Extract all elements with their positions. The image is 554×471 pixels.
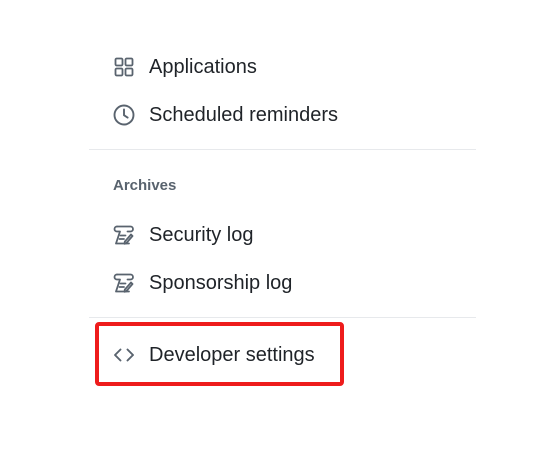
divider <box>89 317 476 318</box>
clock-icon <box>112 103 136 127</box>
sidebar-item-developer-settings[interactable]: Developer settings <box>89 335 476 375</box>
section-heading-archives: Archives <box>113 177 177 194</box>
divider <box>89 149 476 150</box>
sidebar-item-applications[interactable]: Applications <box>89 47 476 87</box>
sidebar-item-label: Scheduled reminders <box>149 103 338 126</box>
sidebar-item-scheduled-reminders[interactable]: Scheduled reminders <box>89 95 476 135</box>
sidebar-item-label: Sponsorship log <box>149 271 293 294</box>
log-icon <box>112 223 136 247</box>
sidebar-item-label: Applications <box>149 55 257 78</box>
log-icon <box>112 271 136 295</box>
code-icon <box>112 343 136 367</box>
apps-icon <box>112 55 136 79</box>
settings-page: Applications Scheduled reminders Archive… <box>0 0 554 471</box>
sidebar-item-label: Developer settings <box>149 343 315 366</box>
sidebar-item-security-log[interactable]: Security log <box>89 215 476 255</box>
sidebar-item-sponsorship-log[interactable]: Sponsorship log <box>89 263 476 303</box>
sidebar-item-label: Security log <box>149 223 254 246</box>
